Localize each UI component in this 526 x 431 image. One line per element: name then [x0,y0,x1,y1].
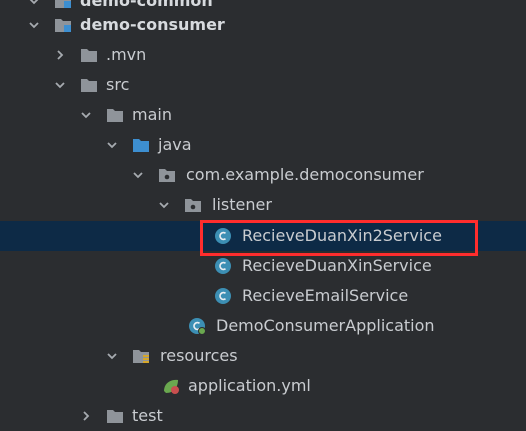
tree-item-label: listener [212,195,272,214]
folder-icon [81,49,97,62]
chevron-down-icon[interactable] [106,139,118,151]
chevron-right-icon[interactable] [80,410,92,422]
tree-item-label: DemoConsumerApplication [216,316,435,335]
chevron-down-icon[interactable] [132,169,144,181]
chevron-down-icon[interactable] [106,350,118,362]
tree-item-mvn[interactable]: .mvn [0,40,526,70]
tree-item-label: demo-consumer [80,15,225,34]
tree-item-label: java [158,135,192,154]
package-icon [159,169,175,182]
highlight-box [200,220,478,256]
tree-item-label: test [132,406,163,425]
tree-item-demo-consumer[interactable]: demo-consumer [0,10,526,40]
tree-item-recieve-email-service[interactable]: RecieveEmailService [0,281,526,311]
tree-item-label: resources [160,346,238,365]
chevron-down-icon[interactable] [28,19,40,31]
project-tree: demo-common demo-consumer .mvn src main … [0,0,526,425]
tree-item-label: main [132,105,172,124]
source-folder-icon [133,139,149,152]
chevron-down-icon[interactable] [80,109,92,121]
class-icon [215,288,231,304]
package-icon [185,199,201,212]
tree-item-label: .mvn [106,45,147,64]
chevron-down-icon[interactable] [28,0,40,7]
tree-item-label: application.yml [188,376,311,395]
spring-config-file-icon [164,379,179,394]
tree-item-package[interactable]: com.example.democonsumer [0,160,526,190]
folder-icon [107,109,123,122]
tree-item-application-yml[interactable]: application.yml [0,371,526,401]
tree-item-label: src [106,75,130,94]
class-icon [215,258,231,274]
chevron-down-icon[interactable] [158,199,170,211]
tree-item-demo-consumer-application[interactable]: DemoConsumerApplication [0,311,526,341]
module-folder-icon [55,19,71,32]
tree-item-main[interactable]: main [0,100,526,130]
folder-icon [107,410,123,423]
chevron-down-icon[interactable] [54,79,66,91]
tree-item-label: com.example.democonsumer [186,165,424,184]
tree-item-label: RecieveDuanXinService [242,256,432,275]
tree-item-test[interactable]: test [0,401,526,431]
tree-item-listener[interactable]: listener [0,190,526,220]
module-folder-icon [55,0,71,8]
folder-icon [81,79,97,92]
tree-item-src[interactable]: src [0,70,526,100]
tree-item-java[interactable]: java [0,130,526,160]
chevron-right-icon[interactable] [54,49,66,61]
tree-item-resources[interactable]: resources [0,341,526,371]
resources-folder-icon [133,350,149,363]
spring-boot-class-icon [189,318,206,335]
tree-item-label: RecieveEmailService [242,286,409,305]
